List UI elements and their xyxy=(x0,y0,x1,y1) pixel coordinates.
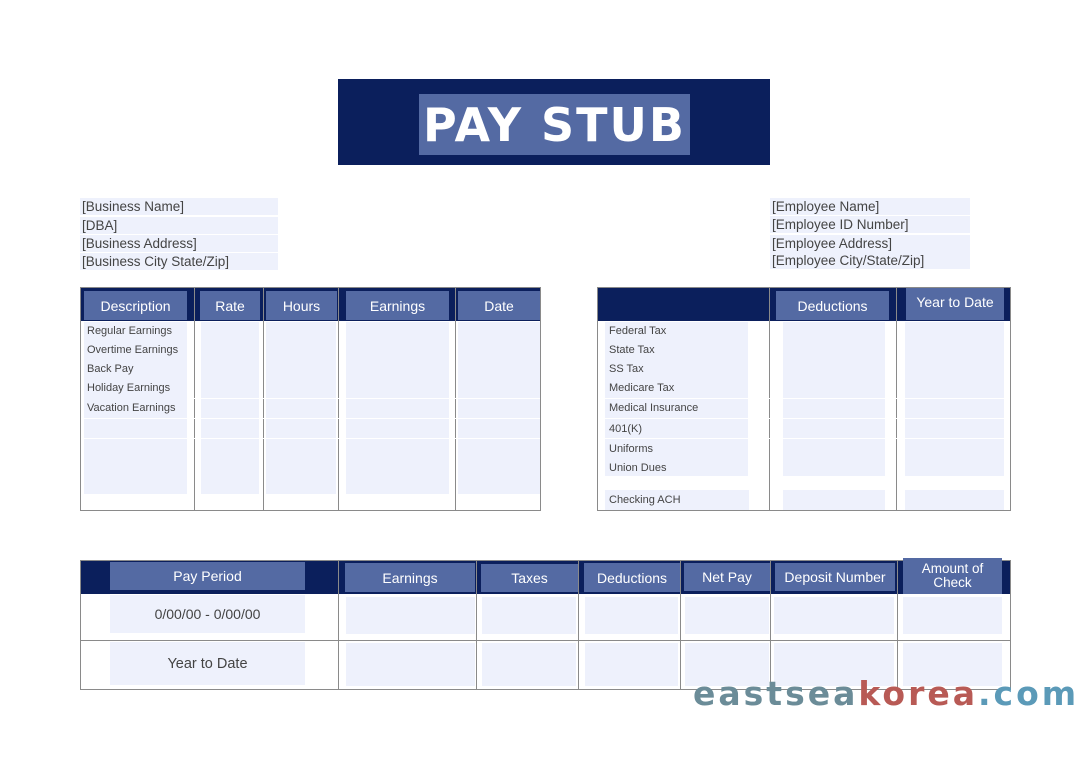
deductions-row-label: 401(K) xyxy=(609,423,643,435)
deductions-row-gap xyxy=(605,398,1004,399)
summary-row-divider xyxy=(81,640,1010,641)
watermark-part: korea xyxy=(858,674,979,713)
earnings-date-cells[interactable] xyxy=(458,322,540,494)
deductions-row-label: Union Dues xyxy=(609,462,667,474)
summary-amount-cell[interactable] xyxy=(903,597,1002,634)
deductions-row-gap xyxy=(605,438,1004,439)
watermark-part: eastsea xyxy=(693,674,859,713)
summary-ytd-deductions-cell[interactable] xyxy=(585,643,678,686)
page-title: PAY STUB xyxy=(419,94,690,155)
earnings-row-label: Overtime Earnings xyxy=(87,344,179,356)
summary-col-divider xyxy=(338,561,339,690)
summary-header-deposit-number: Deposit Number xyxy=(775,563,895,591)
business-address[interactable]: [Business Address] xyxy=(80,235,278,252)
deductions-header-ytd: Year to Date xyxy=(906,288,1004,320)
earnings-header-date: Date xyxy=(458,291,540,320)
summary-header-earnings: Earnings xyxy=(345,563,475,592)
earnings-col-divider xyxy=(455,288,456,511)
summary-col-divider xyxy=(476,561,477,690)
business-city[interactable]: [Business City State/Zip] xyxy=(80,253,278,270)
summary-deductions-cell[interactable] xyxy=(585,597,678,634)
summary-taxes-cell[interactable] xyxy=(482,597,576,634)
summary-header-net-pay: Net Pay xyxy=(684,563,770,591)
deductions-ytd-cells[interactable] xyxy=(905,322,1004,476)
earnings-row-gap xyxy=(194,398,540,399)
earnings-row-gap xyxy=(84,438,540,439)
employee-address[interactable]: [Employee Address] xyxy=(770,235,970,252)
summary-header-deductions: Deductions xyxy=(584,563,680,592)
watermark-part: .com xyxy=(978,674,1080,713)
summary-header-pay-period: Pay Period xyxy=(110,562,305,590)
deductions-row-label: Medicare Tax xyxy=(609,382,675,394)
deductions-col-divider xyxy=(769,288,770,511)
deductions-row-label: State Tax xyxy=(609,344,655,356)
earnings-header-description: Description xyxy=(84,291,187,320)
summary-earnings-cell[interactable] xyxy=(346,597,475,634)
earnings-hours-cells[interactable] xyxy=(266,322,336,494)
summary-header-amount-of-check: Amount of Check xyxy=(903,558,1002,594)
summary-pay-period-value[interactable]: 0/00/00 - 0/00/00 xyxy=(110,606,305,622)
summary-net-pay-cell[interactable] xyxy=(685,597,769,634)
deductions-row-label: SS Tax xyxy=(609,363,644,375)
summary-ytd-earnings-cell[interactable] xyxy=(346,643,475,686)
summary-col-divider xyxy=(578,561,579,690)
summary-deposit-cell[interactable] xyxy=(774,597,894,634)
employee-id[interactable]: [Employee ID Number] xyxy=(770,216,970,233)
earnings-col-divider xyxy=(338,288,339,511)
watermark-logo: eastseakorea.com xyxy=(693,674,1079,713)
checking-ach-label: Checking ACH xyxy=(609,494,681,506)
summary-col-divider xyxy=(770,561,771,690)
summary-header-taxes: Taxes xyxy=(481,564,578,592)
deductions-row-gap xyxy=(605,418,1004,419)
earnings-header-earnings: Earnings xyxy=(346,291,449,320)
checking-ach-amount[interactable] xyxy=(783,490,885,510)
earnings-row-label: Vacation Earnings xyxy=(87,402,176,414)
earnings-header-rate: Rate xyxy=(200,291,260,320)
deductions-header-deductions: Deductions xyxy=(776,291,889,320)
checking-ach-ytd[interactable] xyxy=(905,490,1004,510)
earnings-col-divider xyxy=(194,288,195,511)
deductions-row-label: Medical Insurance xyxy=(609,402,699,414)
earnings-amount-cells[interactable] xyxy=(346,322,449,494)
summary-col-divider xyxy=(680,561,681,690)
earnings-col-divider xyxy=(263,288,264,511)
earnings-header-hours: Hours xyxy=(266,291,337,320)
business-name[interactable]: [Business Name] xyxy=(80,198,278,215)
summary-col-divider xyxy=(897,561,898,690)
earnings-row-label: Holiday Earnings xyxy=(87,382,171,394)
earnings-row-label: Back Pay xyxy=(87,363,134,375)
employee-city[interactable]: [Employee City/State/Zip] xyxy=(770,252,970,269)
deductions-amount-cells[interactable] xyxy=(783,322,885,476)
deductions-row-label: Federal Tax xyxy=(609,325,667,337)
employee-name[interactable]: [Employee Name] xyxy=(770,198,970,215)
deductions-row-label: Uniforms xyxy=(609,443,654,455)
earnings-row-label: Regular Earnings xyxy=(87,325,172,337)
deductions-col-divider xyxy=(896,288,897,511)
summary-ytd-taxes-cell[interactable] xyxy=(482,643,576,686)
earnings-rate-cells[interactable] xyxy=(201,322,259,494)
earnings-row-gap xyxy=(84,418,540,419)
business-dba[interactable]: [DBA] xyxy=(80,217,278,234)
summary-ytd-label: Year to Date xyxy=(167,656,248,672)
